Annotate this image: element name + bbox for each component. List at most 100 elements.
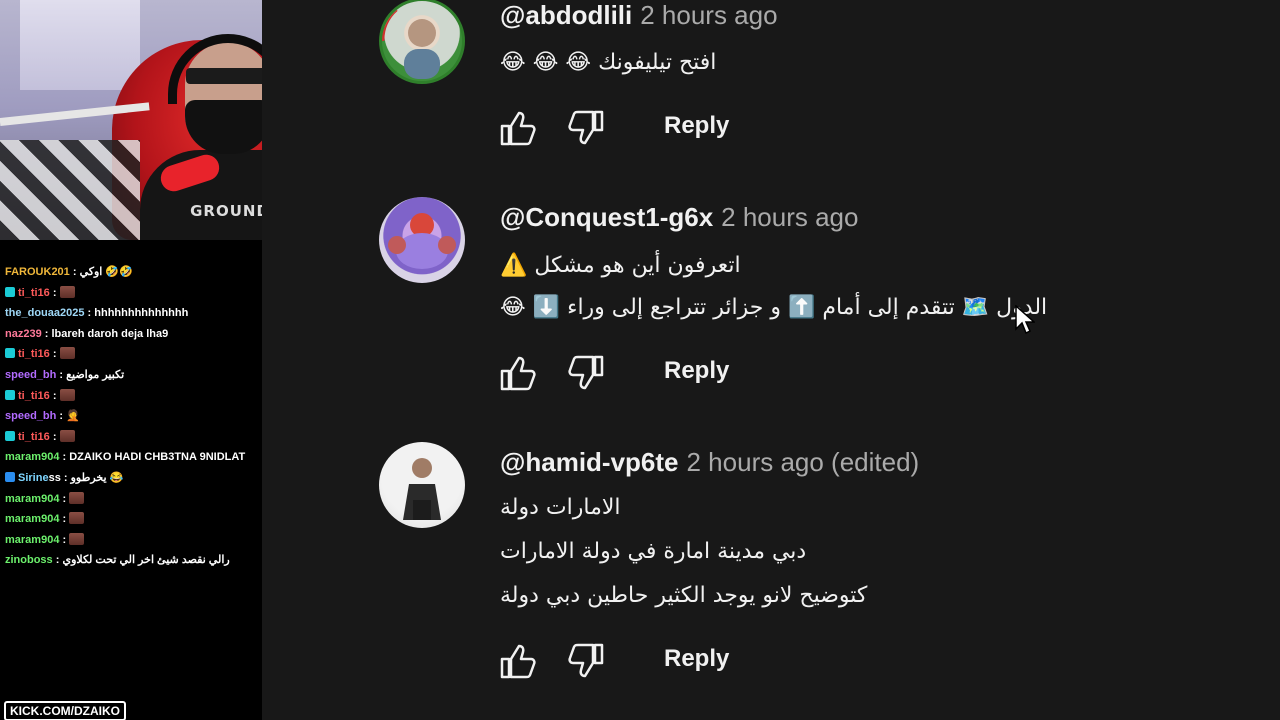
- chat-message: ti_ti16 :: [5, 283, 260, 304]
- chat-emote-icon: [69, 491, 85, 504]
- chat-badge-icon: [5, 348, 15, 359]
- avatar-person-icon: [403, 458, 441, 520]
- chat-username[interactable]: FAROUK201: [5, 266, 70, 278]
- chat-separator: :: [59, 533, 70, 546]
- chat-message: speed_bh : 🤦: [5, 406, 260, 427]
- chat-username[interactable]: ti_ti16: [18, 431, 50, 443]
- mouse-cursor-icon: [1015, 305, 1035, 335]
- chat-message: Siriness : يخرطوو 😂: [5, 468, 260, 489]
- chat-separator: :: [59, 451, 70, 464]
- chat-emote-icon: [59, 285, 75, 298]
- avatar[interactable]: [379, 0, 465, 84]
- chat-username[interactable]: ti_ti16: [18, 287, 50, 299]
- chat-message: zinoboss : رالي نقصد شيئ اخر الي تحت لكل…: [5, 550, 260, 571]
- like-button[interactable]: [496, 639, 540, 683]
- chat-message: maram904 : DZAIKO HADI CHB3TNA 9NIDLAT: [5, 447, 260, 468]
- comment-text: 😂 😂 😂 افتح تيليفونك: [500, 42, 1120, 84]
- dislike-button[interactable]: [564, 106, 608, 150]
- chat-text: 🤦: [66, 410, 80, 423]
- chat-message: speed_bh : تكبير مواضيع: [5, 365, 260, 386]
- comment-author[interactable]: @hamid-vp6te: [500, 447, 679, 477]
- like-button[interactable]: [496, 351, 540, 395]
- chat-username[interactable]: maram904: [5, 513, 59, 525]
- chat-message: ti_ti16 :: [5, 427, 260, 448]
- comment-header: @abdodlili 2 hours ago: [500, 0, 778, 30]
- comment-timestamp[interactable]: 2 hours ago (edited): [687, 447, 920, 477]
- chat-username[interactable]: zinoboss: [5, 554, 53, 566]
- chat-badge-icon: [5, 389, 15, 400]
- chat-separator: :: [52, 554, 63, 567]
- chat-separator: :: [59, 492, 70, 505]
- chat-text: يخرطوو 😂: [70, 471, 124, 484]
- chat-message-list: FAROUK201 : اوكي 🤣🤣 ti_ti16 : the_douaa20…: [5, 262, 260, 571]
- chat-emote-icon: [69, 512, 85, 525]
- kick-brand-logo: KICK.COM/DZAIKO: [4, 701, 126, 720]
- thumbs-down-icon: [568, 355, 604, 390]
- chat-username[interactable]: Sirine: [18, 472, 49, 484]
- comment-line: دبي مدينة امارة في دولة الامارات: [500, 539, 807, 564]
- live-chat-panel: FAROUK201 : اوكي 🤣🤣 ti_ti16 : the_douaa20…: [0, 240, 262, 720]
- chat-separator: :: [69, 266, 80, 278]
- reply-button[interactable]: Reply: [662, 353, 731, 389]
- thumbs-down-icon: [568, 643, 604, 678]
- checkered-blanket: [0, 140, 140, 240]
- chat-username[interactable]: ti_ti16: [18, 390, 50, 402]
- comment-line: كتوضيح لانو يوجد الكثير حاطين دبي دولة: [500, 583, 868, 608]
- chat-username[interactable]: speed_bh: [5, 369, 56, 381]
- chat-emote-icon: [69, 532, 85, 545]
- chat-badge-icon: [5, 471, 15, 482]
- chat-message: maram904 :: [5, 530, 260, 551]
- chat-separator: :: [59, 513, 70, 526]
- chat-username[interactable]: maram904: [5, 451, 59, 463]
- chat-emote-icon: [59, 347, 75, 360]
- avatar[interactable]: [379, 442, 465, 528]
- chat-separator: :: [84, 307, 95, 320]
- thumbs-up-icon: [500, 644, 536, 679]
- comment-header: @Conquest1-g6x 2 hours ago: [500, 202, 858, 232]
- chat-separator: :: [56, 410, 67, 423]
- chat-message: naz239 : lbareh daroh deja lha9: [5, 324, 260, 345]
- chat-badge-icon: [5, 430, 15, 441]
- chat-message: ti_ti16 :: [5, 344, 260, 365]
- chat-username[interactable]: maram904: [5, 534, 59, 546]
- dislike-button[interactable]: [564, 351, 608, 395]
- comment-timestamp[interactable]: 2 hours ago: [640, 0, 777, 30]
- comment-line: 😂 😂 😂 افتح تيليفونك: [500, 50, 717, 75]
- thumbs-down-icon: [568, 110, 604, 145]
- chat-separator: ss :: [48, 471, 71, 484]
- comment-timestamp[interactable]: 2 hours ago: [721, 202, 858, 232]
- comment-line: ⚠️ اتعرفون أين هو مشكل: [500, 253, 741, 278]
- reply-button[interactable]: Reply: [662, 641, 731, 677]
- avatar[interactable]: [379, 197, 465, 283]
- thumbs-up-icon: [500, 356, 536, 391]
- chat-text: hhhhhhhhhhhhhh: [94, 307, 189, 320]
- chat-message: FAROUK201 : اوكي 🤣🤣: [5, 262, 260, 283]
- chat-username[interactable]: maram904: [5, 493, 59, 505]
- chat-message: ti_ti16 :: [5, 386, 260, 407]
- chat-message: maram904 :: [5, 489, 260, 510]
- chat-username[interactable]: ti_ti16: [18, 348, 50, 360]
- reply-button[interactable]: Reply: [662, 108, 731, 144]
- chat-username[interactable]: the_douaa2025: [5, 307, 84, 319]
- chat-separator: :: [49, 348, 60, 361]
- chat-message: the_douaa2025 : hhhhhhhhhhhhhh: [5, 303, 260, 324]
- chat-separator: :: [49, 430, 60, 443]
- comment-author[interactable]: @Conquest1-g6x: [500, 202, 713, 232]
- comments-section: @abdodlili 2 hours ago 😂 😂 😂 افتح تيليفون…: [262, 0, 1280, 720]
- chat-text: DZAIKO HADI CHB3TNA 9NIDLAT: [69, 451, 246, 464]
- chat-separator: :: [49, 286, 60, 299]
- dislike-button[interactable]: [564, 639, 608, 683]
- chat-text: تكبير مواضيع: [66, 368, 125, 381]
- comment-line: الامارات دولة: [500, 495, 621, 520]
- chat-message: maram904 :: [5, 509, 260, 530]
- chat-username[interactable]: speed_bh: [5, 410, 56, 422]
- chat-username[interactable]: naz239: [5, 328, 42, 340]
- window-light: [20, 0, 140, 90]
- like-button[interactable]: [496, 106, 540, 150]
- chat-emote-icon: [59, 429, 75, 442]
- avatar-portrait-icon: [382, 7, 440, 79]
- chat-text: رالي نقصد شيئ اخر الي تحت لكلاوي: [62, 554, 230, 567]
- chat-text: اوكي 🤣🤣: [79, 266, 133, 278]
- stream-frame: GROUND FAROUK201 : اوكي 🤣🤣 ti_ti16 : the_…: [0, 0, 1280, 720]
- comment-author[interactable]: @abdodlili: [500, 0, 632, 30]
